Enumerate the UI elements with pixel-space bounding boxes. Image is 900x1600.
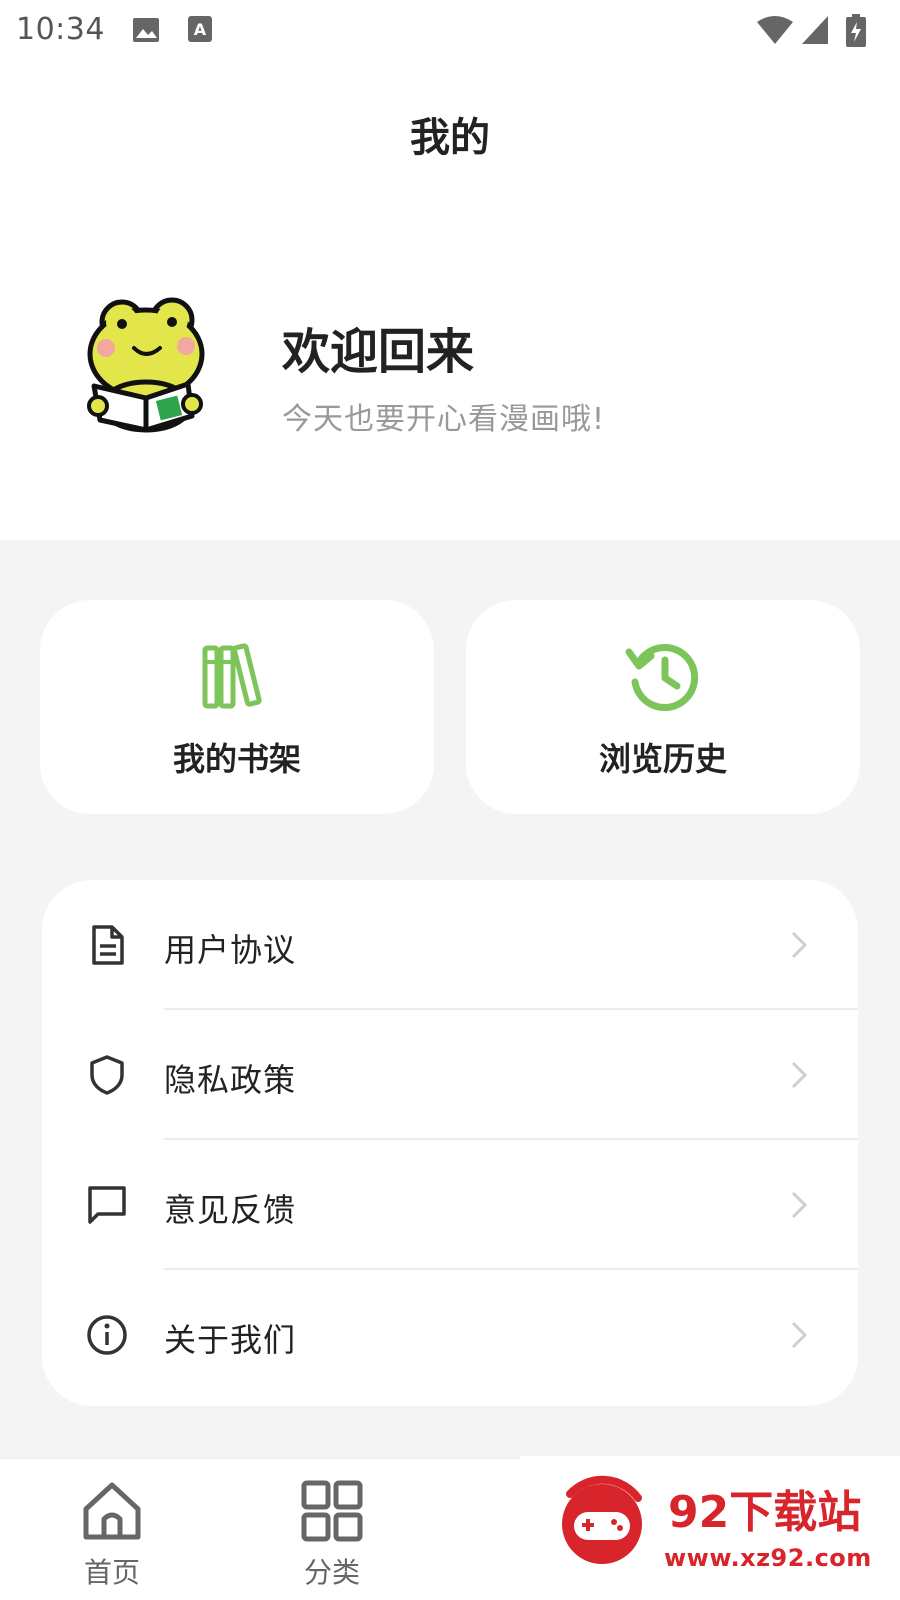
history-label: 浏览历史 [598,740,727,778]
status-time: 10:34 [16,12,105,47]
chat-bubble-icon [88,1186,126,1224]
menu-label: 隐私政策 [164,1061,297,1099]
nav-label-home: 首页 [83,1556,140,1589]
info-icon [87,1315,127,1355]
chevron-right-icon [791,1321,808,1349]
chevron-right-icon [791,931,808,959]
bookshelf-label: 我的书架 [172,740,301,778]
watermark: 92下载站 www.xz92.com [520,1456,900,1600]
history-icon [625,644,699,711]
image-icon [133,18,159,42]
menu-label: 意见反馈 [164,1191,297,1229]
watermark-title: 92下载站 [668,1487,862,1538]
welcome-subtitle: 今天也要开心看漫画哦! [282,402,606,437]
category-grid-icon [301,1480,363,1542]
history-card[interactable]: 浏览历史 [466,600,860,814]
battery-charging-icon [846,14,866,47]
menu-item-about-us[interactable]: 关于我们 [42,1270,858,1400]
frog-reading-avatar [87,297,205,433]
bookshelf-card[interactable]: 我的书架 [40,600,434,814]
signal-icon [802,16,828,44]
menu-item-feedback[interactable]: 意见反馈 [42,1140,858,1270]
nav-item-category[interactable]: 分类 [272,1479,392,1589]
content-area: 我的书架 浏览历史 用户协议 隐私政策 意见反馈 关于我们 [0,540,900,1458]
gamepad-logo-icon [562,1475,642,1564]
home-icon [83,1482,141,1540]
wifi-icon [757,16,793,44]
svg-text:A: A [194,20,207,39]
menu-item-user-agreement[interactable]: 用户协议 [42,880,858,1010]
menu-label: 关于我们 [164,1321,297,1359]
nav-label-category: 分类 [303,1556,360,1589]
bookshelf-icon [202,643,262,709]
page-title: 我的 [410,115,490,161]
menu-item-privacy-policy[interactable]: 隐私政策 [42,1010,858,1140]
title-bar: 我的 [0,60,900,200]
status-bar: 10:34 A [0,0,900,60]
text-a-icon: A [188,16,212,42]
nav-item-home[interactable]: 首页 [52,1479,172,1589]
shield-icon [90,1055,124,1095]
menu-label: 用户协议 [164,931,297,969]
watermark-url: www.xz92.com [664,1544,872,1572]
document-icon [92,925,124,965]
profile-section: 欢迎回来 今天也要开心看漫画哦! [0,200,900,540]
chevron-right-icon [791,1191,808,1219]
settings-menu: 用户协议 隐私政策 意见反馈 关于我们 [42,880,858,1406]
welcome-title: 欢迎回来 [282,324,475,380]
chevron-right-icon [791,1061,808,1089]
